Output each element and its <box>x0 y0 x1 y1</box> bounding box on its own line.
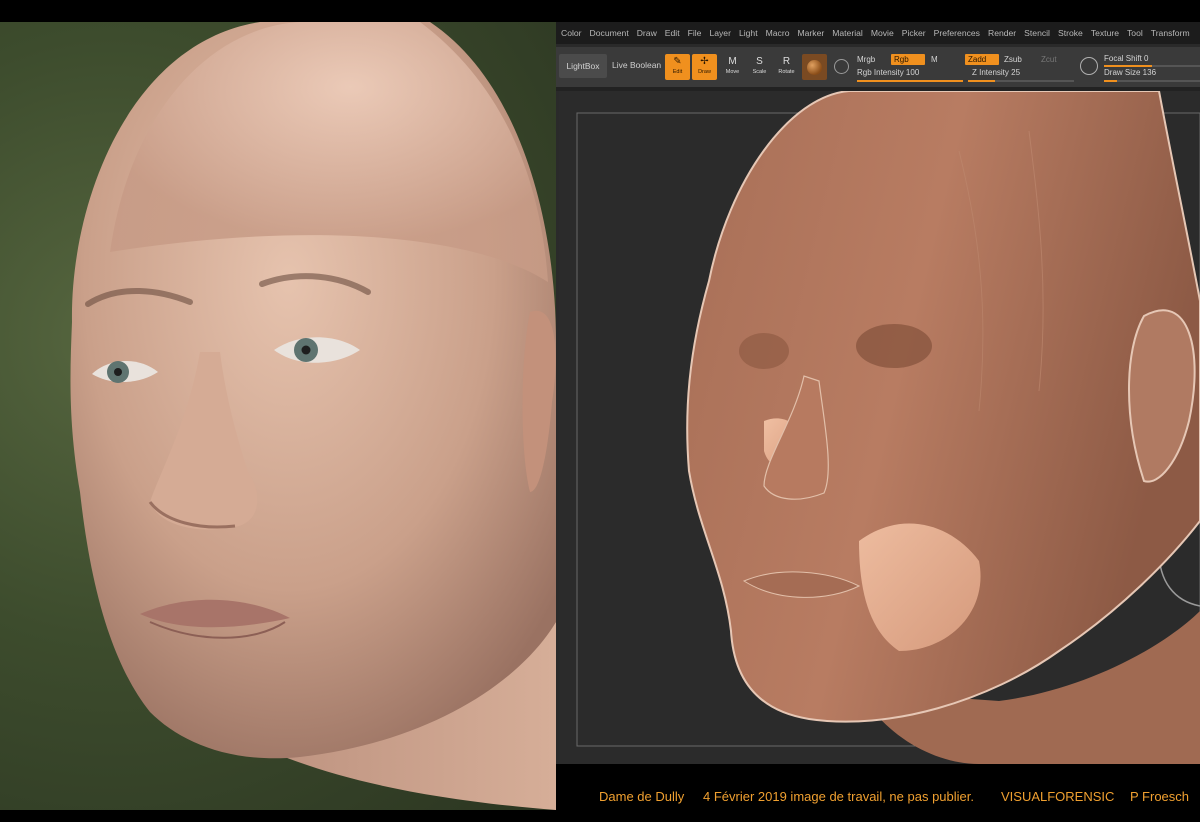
menu-marker[interactable]: Marker <box>797 28 824 38</box>
viewport-canvas[interactable] <box>559 91 1200 764</box>
edit-button[interactable]: ✎ Edit <box>665 54 690 80</box>
rgb-intensity-label: Rgb Intensity 100 <box>857 68 920 77</box>
move-button[interactable]: M Move <box>720 54 745 80</box>
z-intensity-slider[interactable] <box>968 80 1074 82</box>
menu-picker[interactable]: Picker <box>902 28 926 38</box>
menu-light[interactable]: Light <box>739 28 758 38</box>
draw-label: Draw <box>698 69 711 75</box>
menu-render[interactable]: Render <box>988 28 1016 38</box>
menu-document[interactable]: Document <box>590 28 629 38</box>
draw-icon: ✢ <box>700 56 709 67</box>
focal-shift-label: Focal Shift 0 <box>1104 54 1149 63</box>
menu-transform[interactable]: Transform <box>1151 28 1190 38</box>
focal-shift-fill <box>1104 65 1152 67</box>
scale-button[interactable]: S Scale <box>747 54 772 80</box>
menu-color[interactable]: Color <box>561 28 582 38</box>
rgb-toggle[interactable]: Rgb <box>891 54 925 65</box>
facial-reconstruction-photo <box>0 22 556 810</box>
rotate-button[interactable]: R Rotate <box>774 54 799 80</box>
zsub-toggle[interactable]: Zsub <box>1001 54 1025 65</box>
zadd-toggle[interactable]: Zadd <box>965 54 999 65</box>
menu-tool[interactable]: Tool <box>1127 28 1143 38</box>
move-icon: M <box>728 56 737 67</box>
draw-size-fill <box>1104 80 1118 82</box>
move-label: Move <box>725 69 740 75</box>
material-ball-icon <box>807 60 822 75</box>
scale-label: Scale <box>752 69 767 75</box>
zcut-toggle[interactable]: Zcut <box>1038 54 1060 65</box>
caption-date-note: 4 Février 2019 image de travail, ne pas … <box>703 789 974 804</box>
menu-texture[interactable]: Texture <box>1091 28 1119 38</box>
menu-layer[interactable]: Layer <box>709 28 731 38</box>
m-toggle[interactable]: M <box>928 54 941 65</box>
menu-bar: Color Document Draw Edit File Layer Ligh… <box>556 22 1200 44</box>
lightbox-button[interactable]: LightBox <box>559 54 607 78</box>
menu-movie[interactable]: Movie <box>871 28 894 38</box>
rgb-intensity-fill <box>857 80 963 82</box>
caption-author: P Froesch <box>1130 789 1190 804</box>
mrgb-toggle[interactable]: Mrgb <box>854 54 878 65</box>
scale-icon: S <box>756 56 763 67</box>
focal-shift-slider[interactable] <box>1104 65 1200 67</box>
draw-size-slider[interactable] <box>1104 80 1200 82</box>
top-black-strip <box>0 0 1200 22</box>
edit-label: Edit <box>672 69 683 75</box>
menu-stroke[interactable]: Stroke <box>1058 28 1083 38</box>
menu-macro[interactable]: Macro <box>766 28 790 38</box>
caption-studio: VISUALFORENSIC <box>1001 789 1115 804</box>
rotate-icon: R <box>782 56 791 67</box>
menu-draw[interactable]: Draw <box>637 28 657 38</box>
rotate-label: Rotate <box>778 69 795 75</box>
material-swatch[interactable] <box>802 54 827 80</box>
menu-stencil[interactable]: Stencil <box>1024 28 1050 38</box>
top-shelf-toolbar: LightBox Live Boolean ✎ Edit ✢ Draw M Mo… <box>556 47 1200 87</box>
z-intensity-label: Z Intensity 25 <box>972 68 1021 77</box>
z-intensity-fill <box>968 80 995 82</box>
caption-subject: Dame de Dully <box>599 789 685 804</box>
menu-preferences[interactable]: Preferences <box>934 28 980 38</box>
draw-button[interactable]: ✢ Draw <box>692 54 717 80</box>
menu-edit[interactable]: Edit <box>665 28 680 38</box>
edit-icon: ✎ <box>673 56 682 67</box>
zbrush-window: Color Document Draw Edit File Layer Ligh… <box>556 22 1200 764</box>
live-boolean-button[interactable]: Live Boolean <box>612 60 661 70</box>
brush-stroke-icon[interactable] <box>1080 57 1098 75</box>
menu-material[interactable]: Material <box>832 28 863 38</box>
menu-file[interactable]: File <box>688 28 702 38</box>
draw-size-label: Draw Size 136 <box>1104 68 1157 77</box>
rgb-intensity-slider[interactable] <box>857 80 963 82</box>
color-picker-icon[interactable] <box>834 59 849 74</box>
